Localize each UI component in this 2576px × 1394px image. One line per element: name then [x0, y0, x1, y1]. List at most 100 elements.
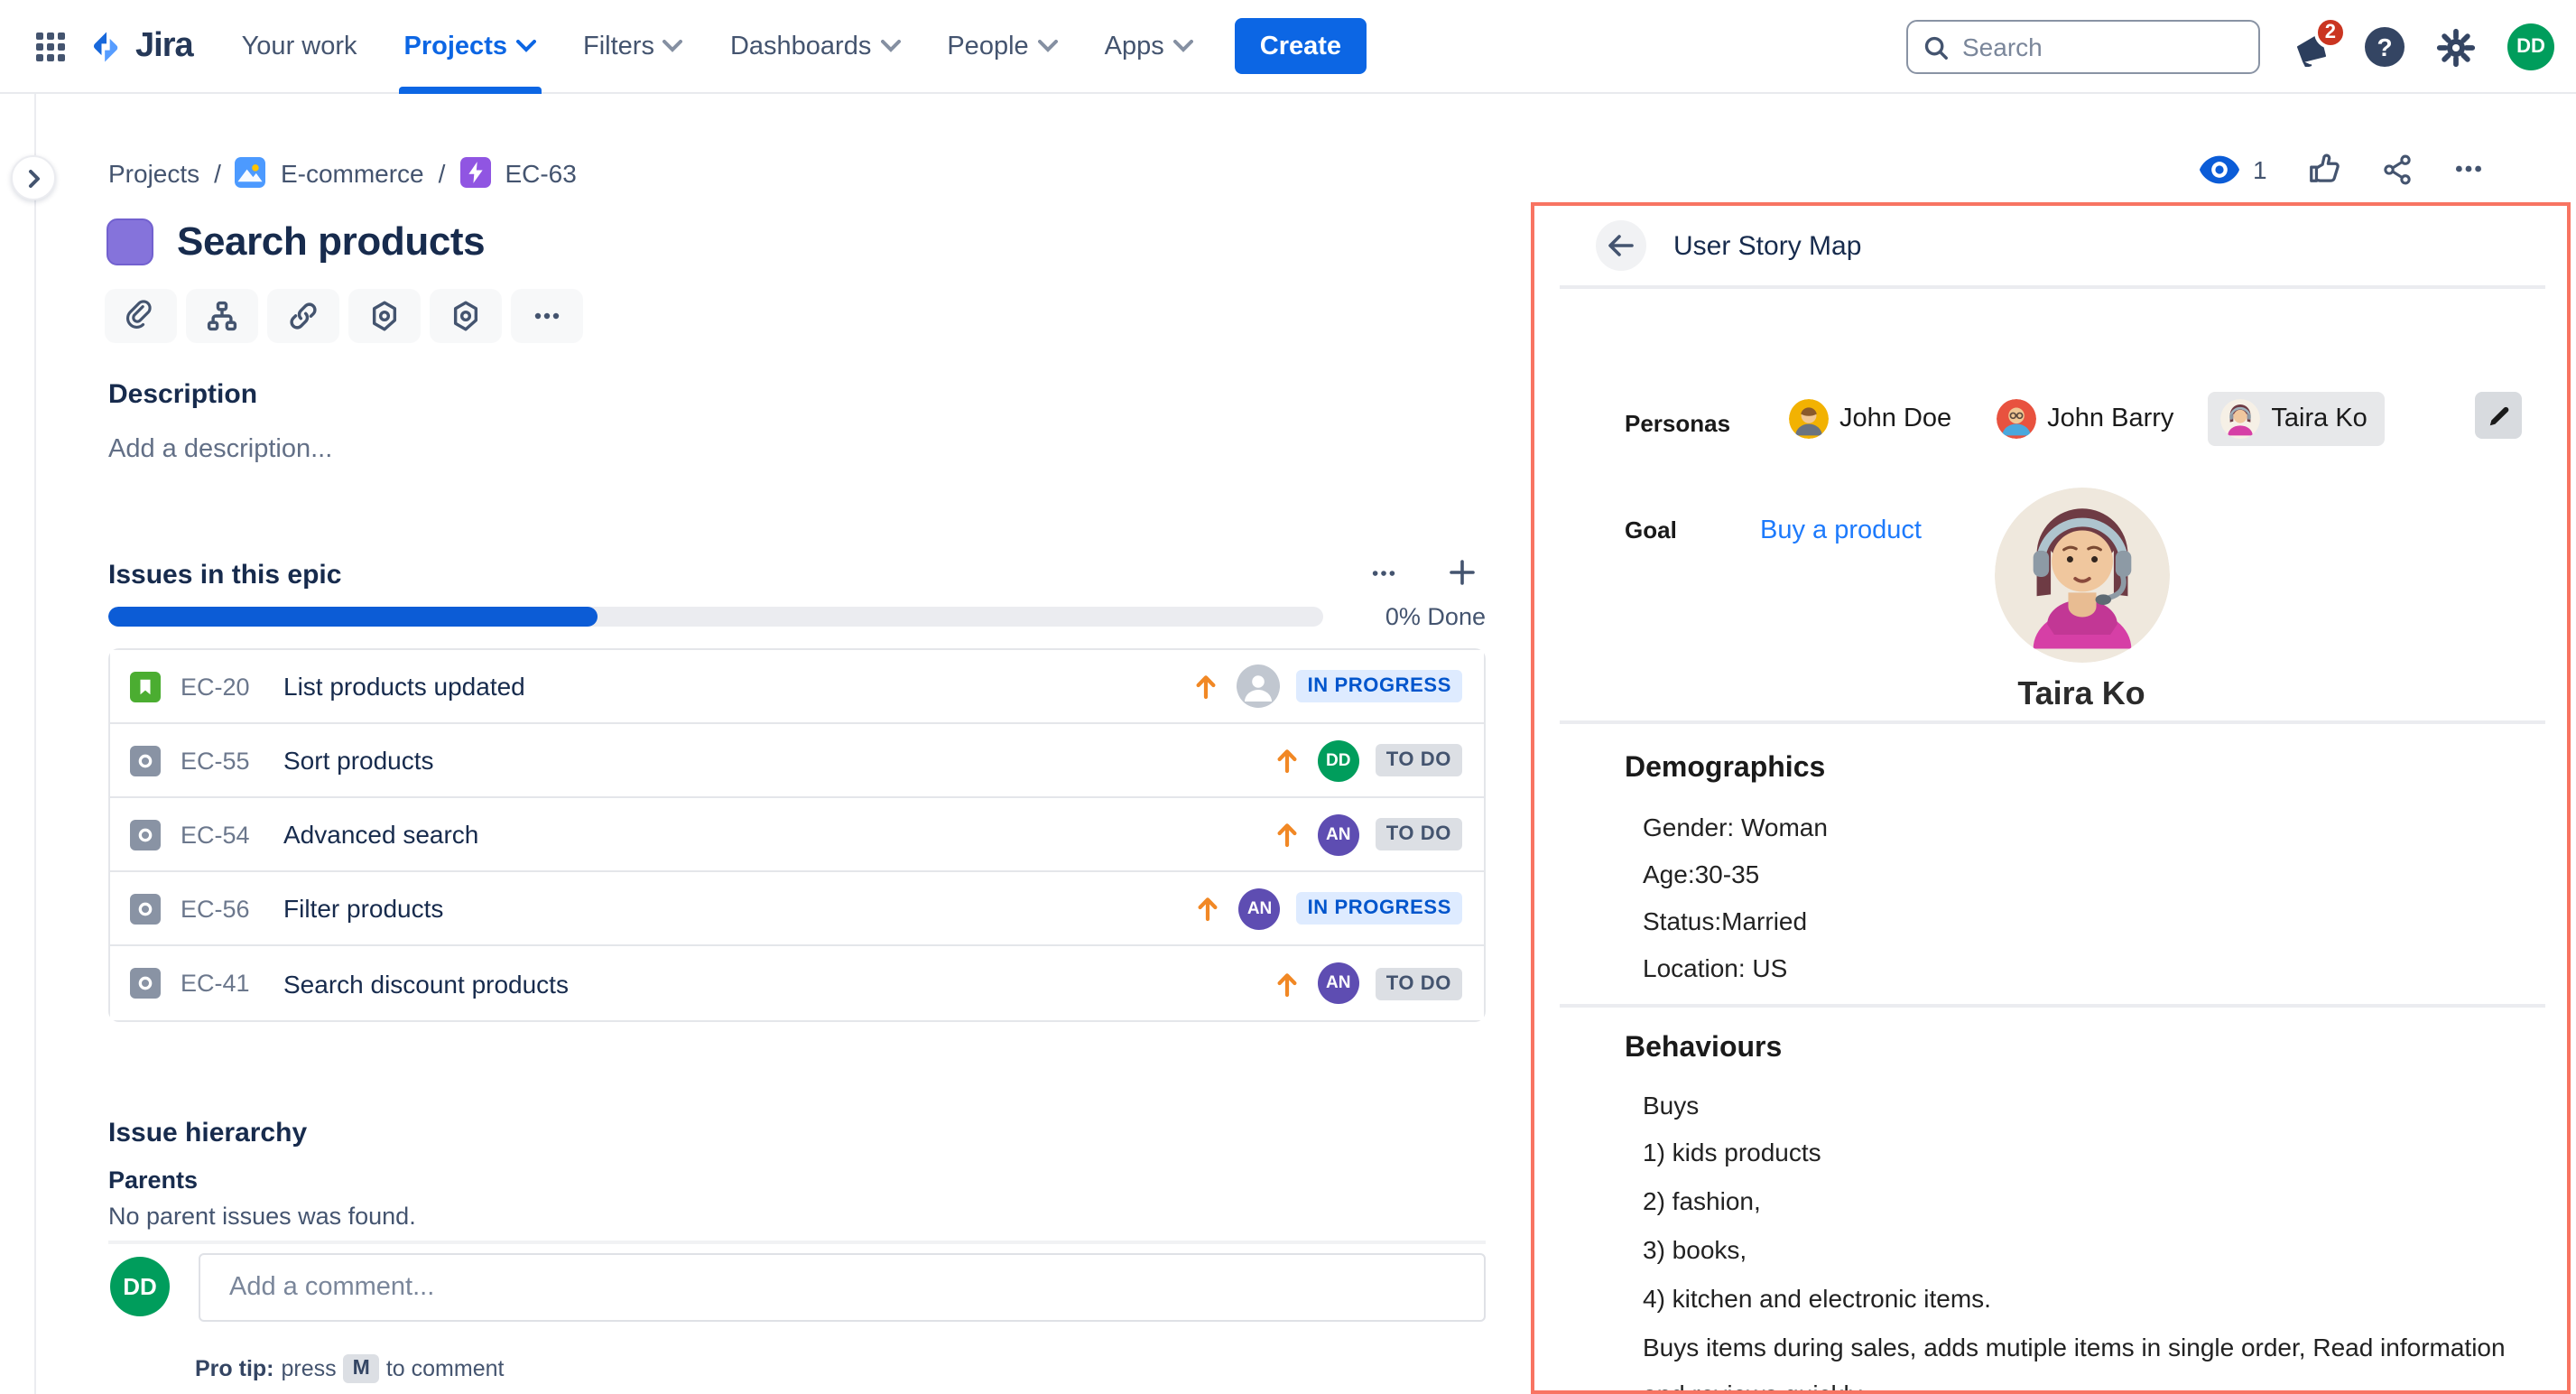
search-icon	[1923, 33, 1950, 60]
issue-row-ec-56[interactable]: EC-56 Filter products AN IN PROGRESS	[110, 872, 1484, 946]
settings-button[interactable]	[2435, 26, 2477, 68]
status-badge[interactable]: TO DO	[1376, 818, 1462, 850]
issue-summary[interactable]: Search discount products	[283, 969, 1253, 998]
chevron-down-icon	[663, 40, 683, 52]
attach-button[interactable]	[105, 289, 177, 343]
more-actions-button[interactable]	[511, 289, 583, 343]
nav-item-dashboards[interactable]: Dashboards	[707, 0, 923, 93]
issue-row-ec-55[interactable]: EC-55 Sort products DD TO DO	[110, 724, 1484, 798]
behaviour-line: and reviews quickly	[1643, 1380, 1862, 1394]
demographic-line: Age:30-35	[1643, 860, 1759, 888]
share-icon	[2381, 153, 2414, 185]
assignee-avatar[interactable]: AN	[1318, 813, 1359, 855]
persona-taira-ko[interactable]: Taira Ko	[2208, 392, 2385, 446]
behaviour-line: 4) kitchen and electronic items.	[1643, 1284, 1991, 1313]
issue-summary[interactable]: Sort products	[283, 746, 1253, 775]
expand-sidebar-button[interactable]	[11, 155, 56, 200]
like-button[interactable]	[2307, 152, 2341, 186]
issue-more-button[interactable]	[2453, 153, 2484, 184]
search-input[interactable]	[1962, 33, 2215, 61]
user-avatar[interactable]: DD	[2507, 23, 2554, 70]
breadcrumb-project[interactable]: E-commerce	[281, 158, 424, 187]
breadcrumb: Projects / E-commerce / EC-63	[108, 157, 577, 188]
nav-item-label: People	[947, 32, 1028, 60]
notifications-button[interactable]: 2	[2291, 23, 2334, 70]
help-icon: ?	[2377, 33, 2392, 61]
comment-input[interactable]	[229, 1273, 1455, 1302]
hexagon-badge-button-1[interactable]	[348, 289, 421, 343]
add-issue-button[interactable]	[1437, 551, 1487, 594]
chevron-down-icon	[516, 40, 536, 52]
help-button[interactable]: ?	[2365, 27, 2405, 67]
assignee-avatar[interactable]: AN	[1318, 962, 1359, 1004]
task-type-icon	[130, 893, 161, 924]
status-badge[interactable]: TO DO	[1376, 744, 1462, 776]
epic-issue-list: EC-20 List products updated IN PROGRESS …	[108, 648, 1486, 1022]
status-badge[interactable]: TO DO	[1376, 967, 1462, 999]
link-issue-button[interactable]	[267, 289, 339, 343]
parents-empty-text: No parent issues was found.	[108, 1203, 416, 1230]
persona-john-doe[interactable]: John Doe	[1778, 392, 1962, 446]
create-button[interactable]: Create	[1235, 18, 1367, 74]
issue-summary[interactable]: Advanced search	[283, 820, 1253, 849]
persona-john-barry[interactable]: John Barry	[1986, 392, 2184, 446]
page-title[interactable]: Search products	[177, 218, 485, 265]
epic-progress-label: 0% Done	[1323, 603, 1486, 630]
description-placeholder[interactable]: Add a description...	[108, 435, 332, 464]
behaviour-line: 1) kids products	[1643, 1138, 1821, 1166]
status-badge[interactable]: IN PROGRESS	[1297, 670, 1462, 702]
issue-row-ec-54[interactable]: EC-54 Advanced search AN TO DO	[110, 798, 1484, 872]
assignee-avatar[interactable]: DD	[1318, 739, 1359, 781]
issue-row-right: DD TO DO	[1273, 739, 1462, 781]
nav-item-projects[interactable]: Projects	[381, 0, 560, 93]
jira-logo-icon	[87, 26, 126, 66]
issue-key[interactable]: EC-56	[181, 895, 260, 922]
nav-item-filters[interactable]: Filters	[560, 0, 707, 93]
parents-heading: Parents	[108, 1166, 198, 1194]
goal-link[interactable]: Buy a product	[1760, 516, 1922, 545]
add-child-issue-button[interactable]	[186, 289, 258, 343]
comment-box[interactable]	[199, 1253, 1486, 1322]
epic-issues-controls	[1357, 551, 1487, 594]
epic-issues-more-button[interactable]	[1357, 551, 1408, 594]
persona-portrait	[1995, 488, 2170, 663]
nav-left-cluster: Jira Your work Projects Filters Dashboar…	[0, 0, 1367, 93]
issue-row-right: AN IN PROGRESS	[1194, 888, 1462, 929]
nav-item-your-work[interactable]: Your work	[218, 0, 381, 93]
breadcrumb-issue-key[interactable]: EC-63	[505, 158, 576, 187]
share-button[interactable]	[2381, 153, 2414, 185]
hexagon-badge-icon	[449, 300, 482, 332]
global-search[interactable]	[1906, 20, 2260, 74]
priority-high-icon	[1192, 672, 1221, 701]
issue-key[interactable]: EC-54	[181, 821, 260, 848]
comment-protip: Pro tip: press M to comment	[195, 1354, 504, 1383]
issue-row-ec-41[interactable]: EC-41 Search discount products AN TO DO	[110, 946, 1484, 1020]
issue-key[interactable]: EC-55	[181, 747, 260, 774]
issue-row-ec-20[interactable]: EC-20 List products updated IN PROGRESS	[110, 650, 1484, 724]
app-switcher-icon[interactable]	[22, 17, 79, 75]
chevron-right-icon	[24, 169, 42, 187]
edit-personas-button[interactable]	[2475, 392, 2522, 439]
issue-key[interactable]: EC-20	[181, 673, 260, 700]
unassigned-avatar-icon[interactable]	[1237, 664, 1281, 708]
persona-avatar-taira-ko	[2220, 399, 2260, 439]
status-badge[interactable]: IN PROGRESS	[1297, 892, 1462, 925]
breadcrumb-projects[interactable]: Projects	[108, 158, 199, 187]
nav-item-apps[interactable]: Apps	[1081, 0, 1217, 93]
jira-logo[interactable]: Jira	[87, 26, 193, 66]
assignee-avatar[interactable]: AN	[1239, 888, 1281, 929]
nav-item-label: Projects	[404, 32, 507, 60]
demographic-line: Gender: Woman	[1643, 813, 1828, 841]
hexagon-badge-button-2[interactable]	[430, 289, 502, 343]
issue-summary[interactable]: Filter products	[283, 894, 1174, 923]
issue-row-right: AN TO DO	[1273, 813, 1462, 855]
epic-color-swatch[interactable]	[107, 218, 153, 265]
issue-key[interactable]: EC-41	[181, 970, 260, 997]
panel-back-button[interactable]	[1596, 220, 1646, 271]
issue-summary[interactable]: List products updated	[283, 672, 1172, 701]
nav-item-people[interactable]: People	[923, 0, 1080, 93]
epic-progress-bar	[108, 607, 1323, 627]
watch-button[interactable]: 1	[2199, 154, 2267, 183]
persona-name-heading: Taira Ko	[1534, 675, 2571, 713]
persona-name: Taira Ko	[2271, 404, 2367, 433]
